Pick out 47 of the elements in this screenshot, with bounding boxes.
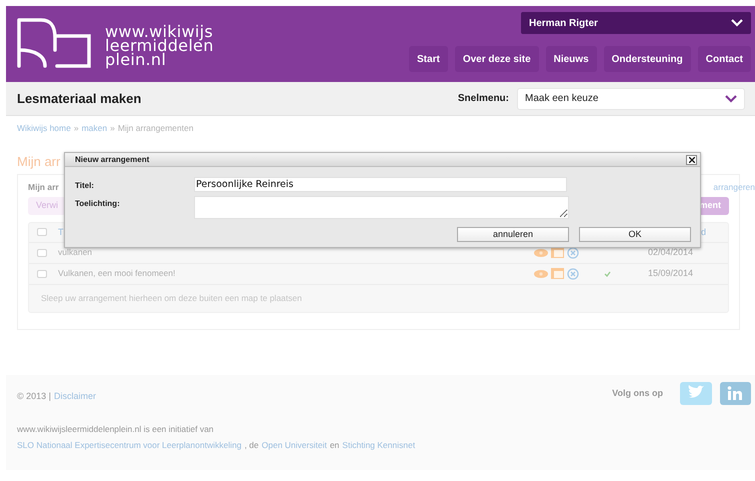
quick-menu-select[interactable]: Maak een keuze [517,88,745,110]
footer-text: en [330,438,340,452]
eye-icon[interactable] [534,248,548,257]
nav-link[interactable]: Ondersteuning [604,46,691,72]
breadcrumb-text: » [110,122,115,135]
close-button[interactable] [686,154,697,164]
footer-text: , de [244,438,259,452]
nav-link[interactable]: Over deze site [454,46,539,72]
nav-link[interactable]: Start [409,46,448,72]
nav-link[interactable]: Nieuws [546,46,597,72]
initiative-text: www.wikiwijsleermiddelenplein.nl is een initiatief van [17,422,215,436]
field-label: Toelichting: [75,198,121,210]
dialog-button[interactable]: annuleren [457,227,569,242]
chevron-down-icon [731,19,743,27]
follow-label: Volg ons op [612,386,663,400]
description-field[interactable] [194,196,569,219]
bird-icon[interactable] [680,382,712,405]
dialog-button[interactable]: OK [579,227,691,242]
user-menu[interactable]: Herman Rigter [521,12,751,34]
checkbox[interactable] [37,248,47,257]
copyright-text: © 2013 | [17,390,51,403]
linkedin-icon[interactable] [720,382,751,405]
close-circle-icon[interactable] [567,268,579,280]
table-cell-text: vulkanen [58,246,94,260]
title-field[interactable]: Persoonlijke Reinreis [194,177,567,192]
close-circle-icon[interactable] [567,246,579,259]
close-icon [688,156,694,162]
site-logo-text[interactable]: www.wikiwijs leermiddelen plein.nl [105,25,214,67]
window-icon[interactable] [551,247,564,258]
breadcrumb-text: Mijn arrangementen [118,122,194,135]
logo-icon [17,18,91,70]
table-cell-text: 15/09/2014 [648,267,694,280]
check-mark-icon [604,270,611,277]
page-title: Lesmateriaal maken [17,90,142,108]
nav-link[interactable]: Contact [698,46,751,72]
quick-menu-label: Snelmenu: [458,92,509,106]
chevron-down-icon [725,94,737,102]
breadcrumb-text: » [74,122,79,135]
window-icon[interactable] [551,268,564,280]
table-cell-text: 02/04/2014 [648,246,694,259]
table-cell-text: Vulkanen, een mooi fenomeen! [58,267,176,280]
checkbox[interactable] [37,228,47,236]
eye-icon[interactable] [534,270,548,278]
checkbox[interactable] [37,270,47,278]
section-heading: Mijn arr [17,152,60,171]
field-label: Titel: [75,180,95,192]
dialog-title: Nieuw arrangement [75,154,150,166]
